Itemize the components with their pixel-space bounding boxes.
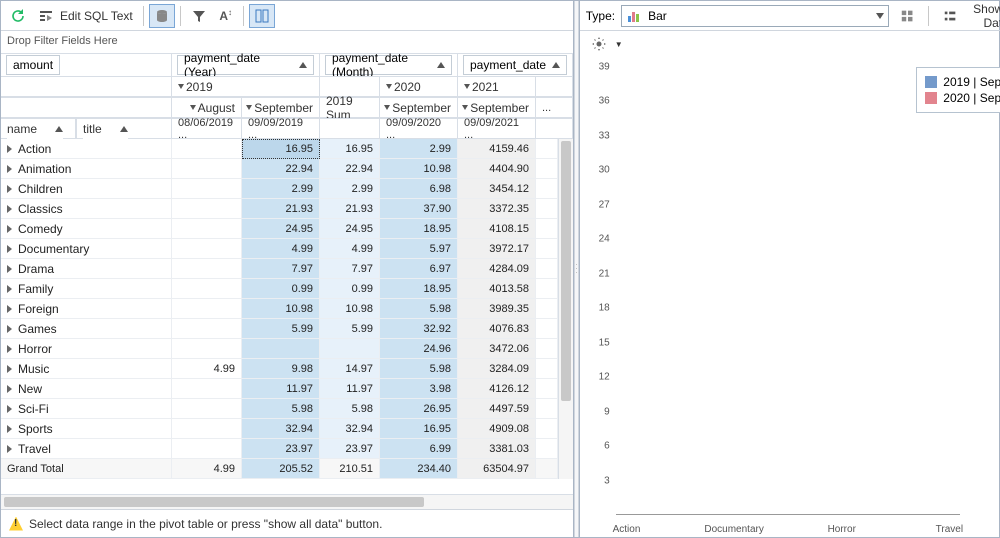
db-view-button[interactable]: [149, 4, 175, 28]
chart-plot[interactable]: [616, 67, 960, 515]
grand-total-row[interactable]: Grand Total4.99205.52210.51234.4063504.9…: [1, 459, 558, 479]
font-size-icon[interactable]: A↕: [214, 4, 238, 28]
chart-options-button[interactable]: [895, 4, 919, 28]
toggle-chart-button[interactable]: [249, 4, 275, 28]
warning-icon: [9, 517, 23, 531]
show-all-data-button[interactable]: Show All Data: [938, 4, 1000, 28]
rowfield-name[interactable]: name: [7, 119, 63, 139]
table-row[interactable]: Comedy24.9524.9518.954108.15: [1, 219, 558, 239]
chart-type-combo[interactable]: Bar: [621, 5, 889, 27]
chart-area: 2019 | Septem 2020 | Septem 369121518212…: [580, 57, 1000, 537]
table-row[interactable]: Sports32.9432.9416.954909.08: [1, 419, 558, 439]
chart-settings-button[interactable]: ▼: [586, 32, 628, 56]
filter-icon[interactable]: [186, 4, 212, 28]
edit-sql-button[interactable]: Edit SQL Text: [33, 4, 138, 28]
col-2021[interactable]: 2021: [472, 80, 499, 94]
refresh-button[interactable]: [5, 4, 31, 28]
chart-pane: Type: Bar Show All Data ▼ 2019 | Septem …: [579, 1, 1000, 537]
table-row[interactable]: Sci-Fi5.985.9826.954497.59: [1, 399, 558, 419]
table-row[interactable]: Foreign10.9810.985.983989.35: [1, 299, 558, 319]
pivot-pane: Edit SQL Text A↕ Drop Filter Fields Here…: [1, 1, 574, 537]
table-row[interactable]: Family0.990.9918.954013.58: [1, 279, 558, 299]
table-row[interactable]: Drama7.977.976.974284.09: [1, 259, 558, 279]
colfield-year[interactable]: payment_date (Year): [177, 55, 314, 75]
table-row[interactable]: Games5.995.9932.924076.83: [1, 319, 558, 339]
table-row[interactable]: Music4.999.9814.975.983284.09: [1, 359, 558, 379]
table-row[interactable]: Travel23.9723.976.993381.03: [1, 439, 558, 459]
table-row[interactable]: Classics21.9321.9337.903372.35: [1, 199, 558, 219]
col-2019[interactable]: 2019: [186, 80, 213, 94]
table-row[interactable]: Animation22.9422.9410.984404.90: [1, 159, 558, 179]
rowfield-title[interactable]: title: [83, 119, 128, 139]
horizontal-scrollbar[interactable]: [1, 494, 573, 509]
table-row[interactable]: New11.9711.973.984126.12: [1, 379, 558, 399]
chart-type-label: Type:: [586, 9, 615, 23]
table-row[interactable]: Documentary4.994.995.973972.17: [1, 239, 558, 259]
colfield-month[interactable]: payment_date (Month): [325, 55, 452, 75]
measure-amount[interactable]: amount: [6, 55, 60, 75]
vertical-scrollbar[interactable]: [558, 139, 573, 479]
hint-bar: Select data range in the pivot table or …: [1, 509, 573, 537]
colfield-date[interactable]: payment_date: [463, 55, 567, 75]
col-august[interactable]: August: [198, 101, 235, 115]
pivot-toolbar: Edit SQL Text A↕: [1, 1, 573, 31]
filter-drop-area[interactable]: Drop Filter Fields Here: [1, 31, 573, 53]
table-row[interactable]: Children2.992.996.983454.12: [1, 179, 558, 199]
col-2020[interactable]: 2020: [394, 80, 421, 94]
table-row[interactable]: Action16.9516.952.994159.46: [1, 139, 558, 159]
table-row[interactable]: Horror24.963472.06: [1, 339, 558, 359]
